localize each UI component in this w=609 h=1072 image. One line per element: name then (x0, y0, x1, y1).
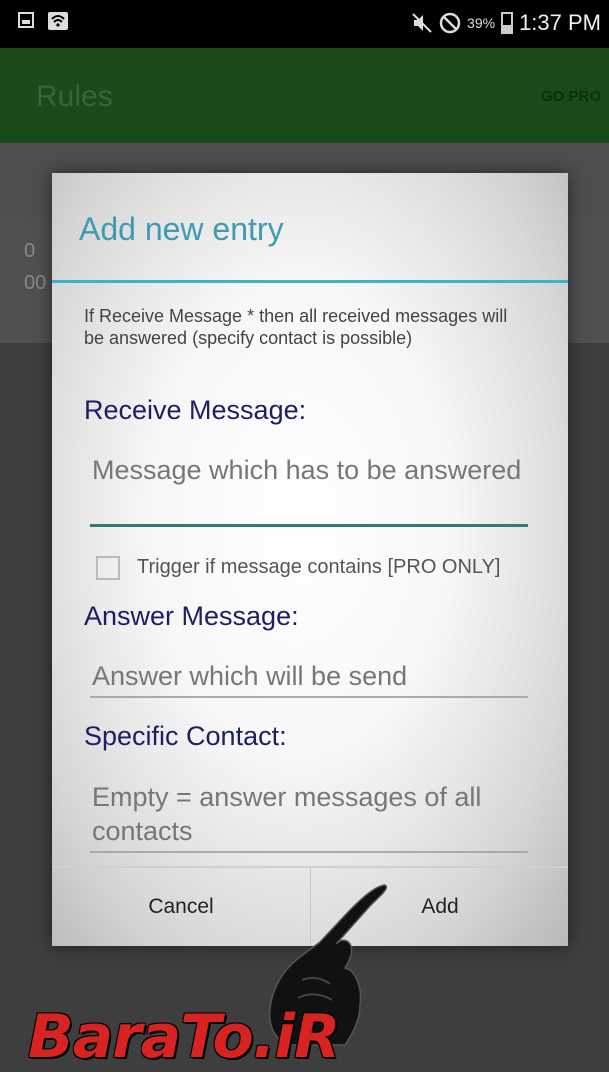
go-pro-button[interactable]: GO PRO (541, 88, 601, 105)
gallery-icon (18, 12, 34, 28)
do-not-disturb-icon (439, 12, 461, 34)
trigger-contains-checkbox[interactable] (96, 556, 120, 580)
app-title: Rules (36, 80, 113, 113)
specific-contact-label: Specific Contact: (84, 721, 287, 751)
list-item-text: 0 (24, 240, 36, 262)
watermark-logo: BaraTo.iR (28, 1002, 340, 1072)
add-entry-dialog: Add new entry If Receive Message * then … (52, 173, 568, 946)
receive-message-input[interactable]: Message which has to be answered (92, 453, 522, 487)
receive-message-underline (90, 524, 528, 527)
battery-percent: 39% (467, 15, 496, 31)
specific-contact-input[interactable]: Empty = answer messages of all contacts (92, 780, 522, 848)
trigger-contains-label[interactable]: Trigger if message contains [PRO ONLY] (137, 556, 500, 579)
answer-message-input[interactable]: Answer which will be send (92, 659, 522, 693)
dialog-title: Add new entry (79, 211, 284, 247)
specific-contact-underline (90, 851, 528, 853)
app-bar: Rules GO PRO (0, 48, 609, 143)
battery-icon (501, 12, 514, 34)
receive-message-label: Receive Message: (84, 395, 307, 425)
list-item-text: 00 (24, 272, 47, 294)
clock: 1:37 PM (519, 10, 601, 35)
mute-icon (412, 13, 432, 33)
answer-message-label: Answer Message: (84, 601, 299, 631)
answer-message-underline (90, 696, 528, 698)
wifi-icon (48, 12, 68, 30)
status-bar: 39% 1:37 PM (0, 0, 609, 48)
title-divider (52, 280, 568, 283)
hint-text: If Receive Message * then all received m… (84, 306, 508, 348)
